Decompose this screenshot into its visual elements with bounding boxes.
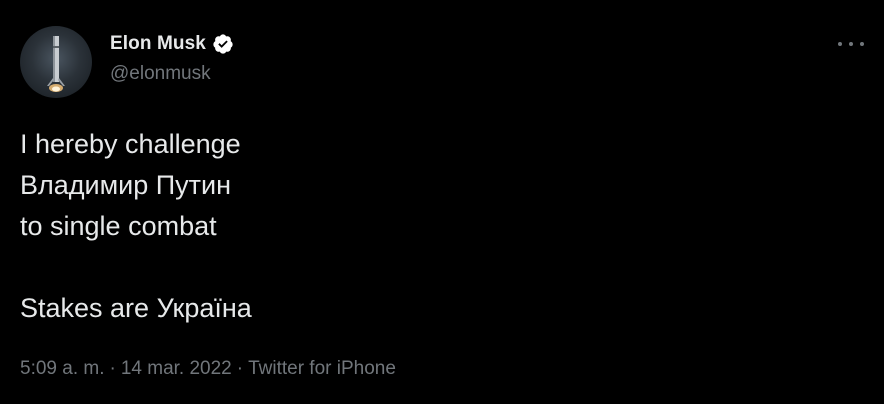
more-horizontal-icon — [849, 42, 853, 46]
tweet-text-line: to single combat — [20, 211, 217, 241]
tweet-metadata: 5:09 a. m. · 14 mar. 2022 · Twitter for iPho… — [20, 358, 396, 380]
tweet-time[interactable]: 5:09 a. m. — [20, 358, 105, 379]
more-horizontal-icon — [860, 42, 864, 46]
display-name[interactable]: Elon Musk — [110, 33, 206, 55]
tweet-text-line-blank — [20, 247, 252, 288]
tweet-text-line: Stakes are Україна — [20, 293, 252, 323]
verified-badge-icon — [212, 33, 234, 55]
tweet-text: I hereby challenge Владимир Путин to sin… — [20, 124, 252, 329]
tweet-date[interactable]: 14 mar. 2022 — [121, 358, 232, 379]
more-horizontal-icon — [838, 42, 842, 46]
tweet-text-line: I hereby challenge — [20, 129, 241, 159]
name-row: Elon Musk — [110, 31, 234, 57]
tweet-card: Elon Musk @elonmusk I hereby challenge В… — [0, 0, 884, 404]
tweet-source-link[interactable]: Twitter for iPhone — [248, 358, 396, 379]
more-options-button[interactable] — [838, 34, 864, 54]
meta-separator: · — [109, 358, 116, 379]
meta-separator: · — [236, 358, 244, 379]
author-block: Elon Musk @elonmusk — [110, 31, 234, 85]
handle[interactable]: @elonmusk — [110, 63, 234, 85]
tweet-text-line: Владимир Путин — [20, 170, 232, 200]
avatar[interactable] — [20, 26, 92, 98]
rocket-launch-avatar-icon — [47, 36, 65, 92]
